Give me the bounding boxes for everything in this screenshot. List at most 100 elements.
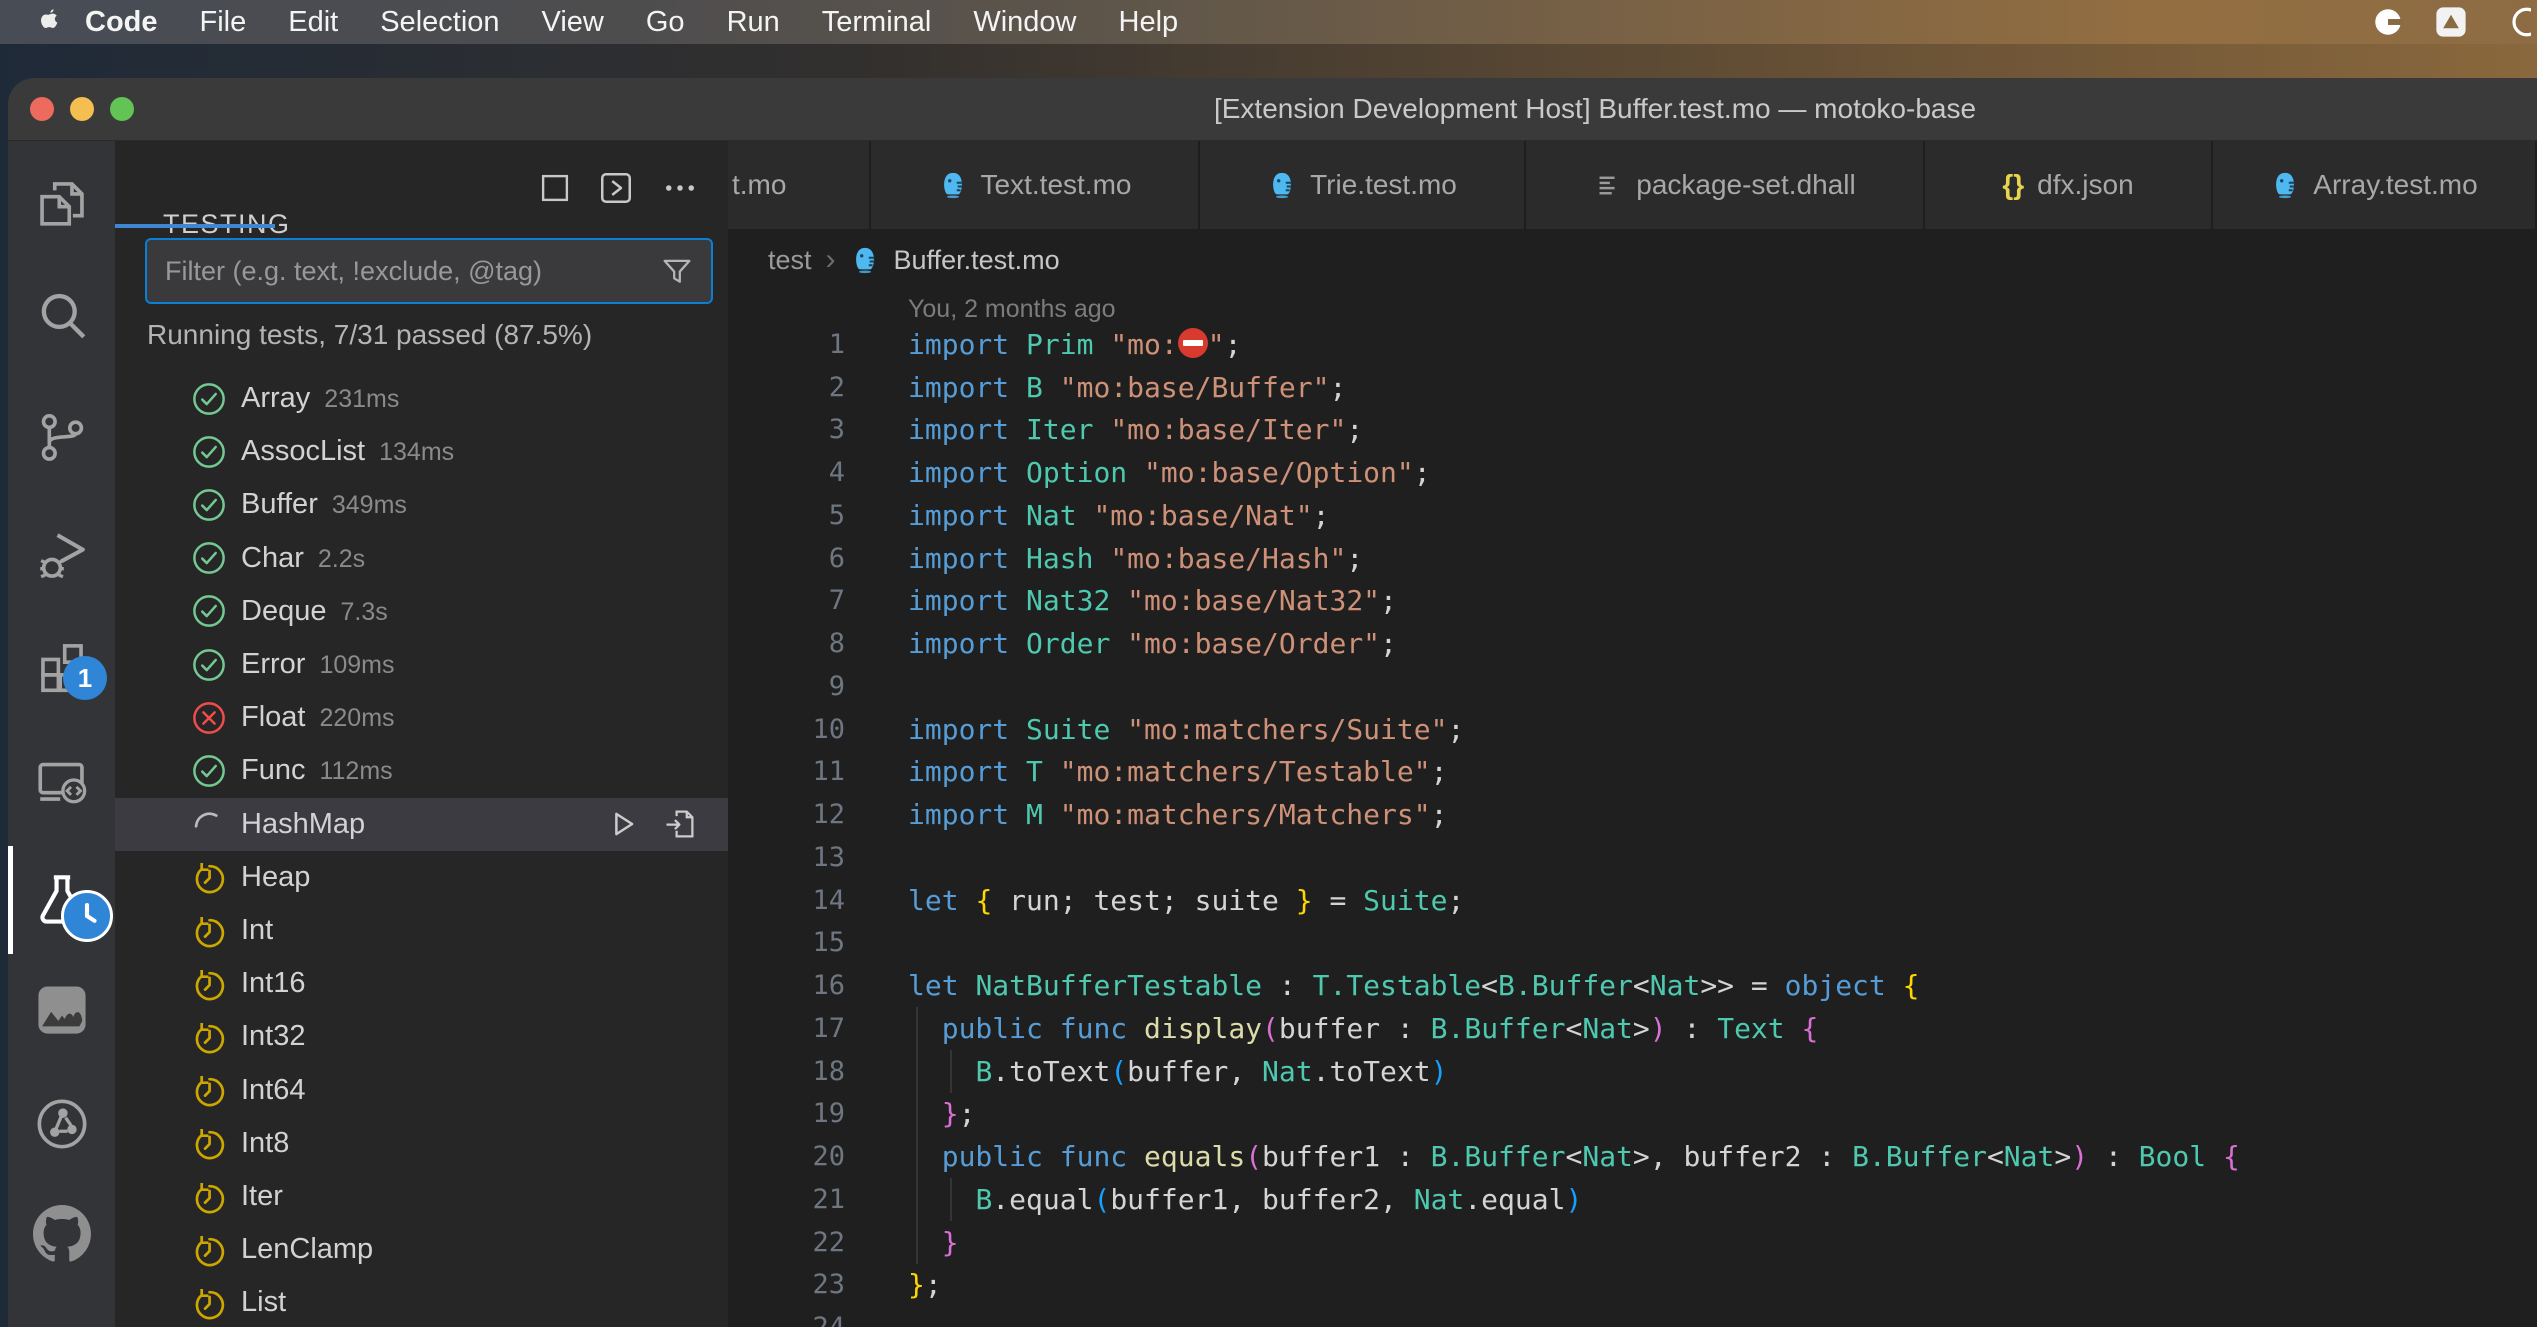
test-row-int32[interactable]: Int32: [115, 1010, 728, 1063]
activity-github-icon[interactable]: [8, 1186, 115, 1282]
test-row-float[interactable]: Float220ms: [115, 691, 728, 744]
line-number[interactable]: 18: [728, 1050, 845, 1093]
line-number[interactable]: 11: [728, 750, 845, 793]
menu-item-window[interactable]: Window: [952, 6, 1097, 38]
line-number[interactable]: 15: [728, 921, 845, 964]
line-number[interactable]: 20: [728, 1135, 845, 1178]
code-line-5[interactable]: 5import Nat "mo:base/Nat";: [728, 494, 2537, 537]
code-line-4[interactable]: 4import Option "mo:base/Option";: [728, 451, 2537, 494]
goto-test-icon[interactable]: [662, 806, 698, 842]
code-line-24[interactable]: 24: [728, 1306, 2537, 1327]
line-number[interactable]: 13: [728, 836, 845, 879]
test-row-buffer[interactable]: Buffer349ms: [115, 478, 728, 531]
code-line-16[interactable]: 16let NatBufferTestable : T.Testable<B.B…: [728, 964, 2537, 1007]
half-disc-icon[interactable]: [2371, 5, 2405, 39]
code-line-22[interactable]: 22 }: [728, 1221, 2537, 1264]
line-number[interactable]: 4: [728, 451, 845, 494]
line-number[interactable]: 23: [728, 1263, 845, 1306]
drive-icon[interactable]: [2433, 4, 2469, 40]
zoom-button[interactable]: [110, 97, 134, 121]
code-line-17[interactable]: 17 public func display(buffer : B.Buffer…: [728, 1007, 2537, 1050]
test-row-int64[interactable]: Int64: [115, 1064, 728, 1117]
test-row-deque[interactable]: Deque7.3s: [115, 585, 728, 638]
test-row-lenclamp[interactable]: LenClamp: [115, 1223, 728, 1276]
code-line-14[interactable]: 14let { run; test; suite } = Suite;: [728, 879, 2537, 922]
code-line-1[interactable]: 1import Prim "mo:";: [728, 323, 2537, 366]
test-row-list[interactable]: List: [115, 1276, 728, 1327]
test-row-error[interactable]: Error109ms: [115, 638, 728, 691]
test-filter-input[interactable]: [147, 256, 659, 287]
code-line-2[interactable]: 2import B "mo:base/Buffer";: [728, 366, 2537, 409]
activity-partial-icon[interactable]: [8, 1301, 115, 1327]
ellipsis-icon[interactable]: [660, 168, 700, 208]
breadcrumb-folder[interactable]: test: [768, 245, 812, 276]
line-number[interactable]: 16: [728, 964, 845, 1007]
test-row-char[interactable]: Char2.2s: [115, 532, 728, 585]
line-number[interactable]: 9: [728, 665, 845, 708]
line-number[interactable]: 6: [728, 537, 845, 580]
test-row-int16[interactable]: Int16: [115, 957, 728, 1010]
line-number[interactable]: 17: [728, 1007, 845, 1050]
line-number[interactable]: 19: [728, 1092, 845, 1135]
run-box-icon[interactable]: [596, 168, 636, 208]
line-number[interactable]: 22: [728, 1221, 845, 1264]
tab-dfx-json[interactable]: {}dfx.json: [1925, 141, 2213, 229]
line-number[interactable]: 10: [728, 708, 845, 751]
menu-item-code[interactable]: Code: [64, 6, 179, 38]
code-line-13[interactable]: 13: [728, 836, 2537, 879]
activity-extensions-icon[interactable]: 1: [8, 616, 115, 712]
minimize-button[interactable]: [70, 97, 94, 121]
tab-package-set-dhall[interactable]: package-set.dhall: [1526, 141, 1925, 229]
run-test-icon[interactable]: [604, 806, 640, 842]
line-number[interactable]: 2: [728, 366, 845, 409]
tab-t-mo[interactable]: t.mo: [728, 141, 871, 229]
test-row-hashmap[interactable]: HashMap: [115, 798, 728, 851]
code-line-3[interactable]: 3import Iter "mo:base/Iter";: [728, 408, 2537, 451]
activity-scm-icon[interactable]: [8, 389, 115, 485]
code-line-19[interactable]: 19 };: [728, 1092, 2537, 1135]
menu-item-run[interactable]: Run: [706, 6, 801, 38]
line-number[interactable]: 5: [728, 494, 845, 537]
menu-item-selection[interactable]: Selection: [359, 6, 520, 38]
line-number[interactable]: 1: [728, 323, 845, 366]
menu-item-help[interactable]: Help: [1098, 6, 1200, 38]
menu-item-terminal[interactable]: Terminal: [801, 6, 953, 38]
code-line-23[interactable]: 23};: [728, 1263, 2537, 1306]
test-row-int8[interactable]: Int8: [115, 1117, 728, 1170]
code-line-9[interactable]: 9: [728, 665, 2537, 708]
test-row-assoclist[interactable]: AssocList134ms: [115, 425, 728, 478]
square-icon[interactable]: [535, 168, 575, 208]
activity-graph-icon[interactable]: [8, 1076, 115, 1172]
tab-array-test-mo[interactable]: Array.test.mo: [2213, 141, 2537, 229]
code-line-12[interactable]: 12import M "mo:matchers/Matchers";: [728, 793, 2537, 836]
partial-circle-icon[interactable]: [2497, 5, 2531, 39]
line-number[interactable]: 3: [728, 408, 845, 451]
activity-debug-icon[interactable]: [8, 508, 115, 604]
line-number[interactable]: 14: [728, 879, 845, 922]
activity-explorer-icon[interactable]: [8, 155, 115, 251]
test-row-func[interactable]: Func112ms: [115, 744, 728, 797]
apple-icon[interactable]: [34, 5, 64, 39]
line-number[interactable]: 21: [728, 1178, 845, 1221]
tab-text-test-mo[interactable]: Text.test.mo: [871, 141, 1200, 229]
line-number[interactable]: 7: [728, 579, 845, 622]
menu-item-view[interactable]: View: [521, 6, 625, 38]
activity-testing-icon[interactable]: [8, 852, 115, 948]
breadcrumb-file[interactable]: Buffer.test.mo: [894, 245, 1060, 276]
code-line-8[interactable]: 8import Order "mo:base/Order";: [728, 622, 2537, 665]
title-bar[interactable]: [Extension Development Host] Buffer.test…: [8, 78, 2537, 141]
menu-item-go[interactable]: Go: [625, 6, 706, 38]
code-line-11[interactable]: 11import T "mo:matchers/Testable";: [728, 750, 2537, 793]
code-line-20[interactable]: 20 public func equals(buffer1 : B.Buffer…: [728, 1135, 2537, 1178]
line-number[interactable]: 24: [728, 1306, 845, 1327]
filter-funnel-icon[interactable]: [659, 253, 695, 289]
line-number[interactable]: 12: [728, 793, 845, 836]
activity-remote-icon[interactable]: [8, 732, 115, 828]
menu-item-file[interactable]: File: [179, 6, 268, 38]
code-line-18[interactable]: 18 B.toText(buffer, Nat.toText): [728, 1050, 2537, 1093]
code-editor[interactable]: You, 2 months ago 1import Prim "mo:";2im…: [728, 291, 2537, 1327]
test-row-iter[interactable]: Iter: [115, 1170, 728, 1223]
test-row-array[interactable]: Array231ms: [115, 372, 728, 425]
code-line-21[interactable]: 21 B.equal(buffer1, buffer2, Nat.equal): [728, 1178, 2537, 1221]
activity-search-icon[interactable]: [8, 268, 115, 364]
